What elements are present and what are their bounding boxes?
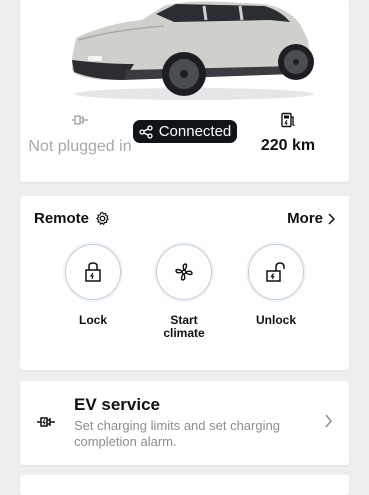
plug-status-label: Not plugged in (28, 138, 132, 155)
charge-station-icon (281, 112, 295, 128)
vehicle-card: Not plugged in Connected 220 km (20, 0, 349, 182)
unlock-icon (266, 262, 285, 282)
plug-icon (72, 115, 88, 125)
unlock-action[interactable]: Unlock (241, 244, 311, 327)
lock-label: Lock (78, 313, 107, 327)
ev-plug-icon (37, 417, 55, 427)
start-climate-label: Start climate (163, 313, 205, 340)
remote-card: Remote More Lock Start climate Unlock (20, 196, 349, 370)
ev-service-card[interactable]: EV service Set charging limits and set c… (20, 381, 349, 465)
connection-status-badge[interactable]: Connected (133, 120, 237, 143)
fan-icon (175, 263, 193, 281)
remote-header: Remote (34, 210, 110, 227)
start-climate-action[interactable]: Start climate (149, 244, 219, 340)
lock-button[interactable] (65, 244, 121, 300)
chevron-right-icon (325, 414, 332, 428)
car-image (64, 0, 324, 100)
chevron-right-icon (328, 212, 335, 225)
gear-icon[interactable] (95, 211, 110, 226)
start-climate-button[interactable] (156, 244, 212, 300)
unlock-label: Unlock (255, 313, 296, 327)
vehicle-status-row: Not plugged in Connected 220 km (20, 112, 349, 172)
next-card (20, 475, 349, 495)
unlock-button[interactable] (248, 244, 304, 300)
ev-service-title: EV service (74, 395, 161, 414)
more-label: More (287, 210, 323, 227)
connection-status-label: Connected (158, 123, 232, 140)
range-label: 220 km (260, 137, 316, 154)
lock-action[interactable]: Lock (58, 244, 128, 327)
remote-title: Remote (34, 210, 90, 227)
more-link[interactable]: More (287, 210, 335, 227)
share-icon (139, 124, 153, 139)
lock-icon (85, 262, 101, 282)
ev-service-description: Set charging limits and set charging com… (74, 418, 280, 449)
plug-status: Not plugged in (20, 112, 140, 156)
range-status: 220 km (245, 112, 331, 155)
